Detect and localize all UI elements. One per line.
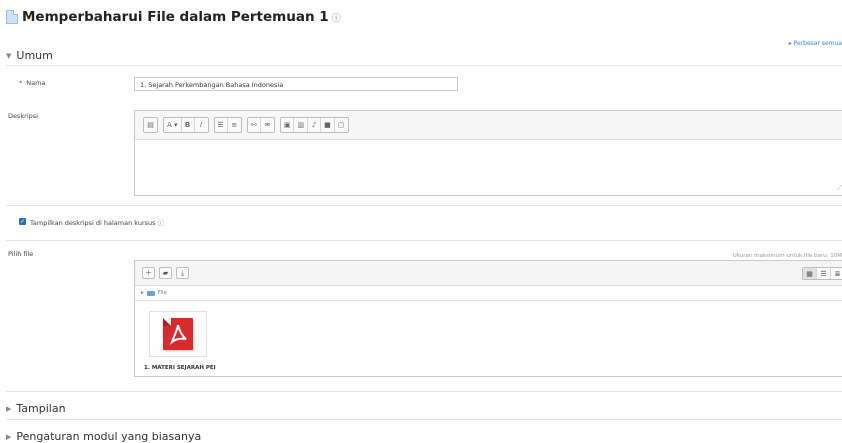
divider — [6, 419, 842, 420]
link-icon[interactable]: ⚯ — [248, 118, 261, 132]
image-icon[interactable]: ▣ — [281, 118, 295, 132]
caret-right-icon: ▸ — [141, 290, 144, 296]
page-title-text: Memperbaharui File dalam Pertemuan 1 — [22, 9, 329, 25]
section-common-settings-toggle[interactable]: ▶ Pengaturan modul yang biasanya — [6, 430, 201, 443]
numbered-list-icon[interactable]: ≡ — [228, 118, 241, 132]
unlink-icon[interactable]: ⚮ — [261, 118, 274, 132]
show-description-label: Tampilkan deskripsi di halaman kursus ⓘ — [30, 217, 164, 227]
italic-icon[interactable]: I — [195, 118, 208, 132]
expand-all-label: Perbesar semua — [793, 40, 842, 47]
pdf-icon — [163, 318, 193, 350]
name-label-text: Nama — [26, 79, 46, 87]
caret-right-icon: ▶ — [6, 432, 12, 441]
caret-down-icon: ▼ — [6, 51, 12, 60]
view-switcher: ▦ ☰ ≣ — [802, 267, 842, 280]
name-input[interactable]: 1. Sejarah Perkembangan Bahasa Indonesia — [134, 77, 458, 91]
help-icon[interactable]: ⓘ — [332, 11, 341, 24]
editor-toolbar-group: ☰ ≡ — [213, 117, 242, 133]
expand-all-link[interactable]: ▸ Perbesar semua — [789, 40, 842, 47]
editor-toolbar-group: ⚯ ⚮ — [246, 117, 275, 133]
create-folder-icon[interactable]: ▰ — [159, 267, 172, 279]
manage-files-icon[interactable]: ▢ — [335, 118, 348, 132]
bold-icon[interactable]: B — [182, 118, 195, 132]
description-label: Deskripsi — [8, 112, 38, 120]
editor-toolbar-group: ▤ — [143, 117, 158, 133]
file-manager: ＋ ▰ ⤓ ▦ ☰ ≣ ▸ File 1. MATERI SEJARAH PEI — [134, 260, 842, 377]
media-icon[interactable]: ▥ — [294, 118, 309, 132]
editor-toolbar: ▤ A ▾ B I ☰ ≡ ⚯ ⚮ ▣ ▥ ♪ ■ ▢ — [135, 111, 842, 140]
icon-view-icon[interactable]: ▦ — [803, 268, 817, 279]
audio-icon[interactable]: ♪ — [308, 118, 322, 132]
file-thumbnail[interactable] — [149, 311, 207, 357]
caret-right-icon: ▶ — [6, 404, 12, 413]
file-name[interactable]: 1. MATERI SEJARAH PEI — [144, 365, 216, 371]
resize-handle-icon[interactable]: ⟋ — [837, 184, 842, 193]
divider — [6, 240, 842, 241]
name-label: * Nama — [19, 79, 45, 87]
tree-view-icon[interactable]: ≣ — [831, 268, 842, 279]
file-manager-toolbar: ＋ ▰ ⤓ ▦ ☰ ≣ — [135, 261, 842, 286]
max-size-text: Ukuran maksimum untuk file baru: 10M — [732, 253, 842, 259]
video-icon[interactable]: ■ — [321, 118, 335, 132]
required-icon: * — [19, 79, 23, 87]
page-title: Memperbaharui File dalam Pertemuan 1 ⓘ — [6, 9, 341, 25]
section-general-toggle[interactable]: ▼ Umum — [6, 49, 53, 62]
select-files-label: Pilih file — [8, 250, 34, 258]
section-general-label: Umum — [16, 49, 53, 62]
download-icon[interactable]: ⤓ — [176, 267, 189, 279]
description-editor[interactable]: ▤ A ▾ B I ☰ ≡ ⚯ ⚮ ▣ ▥ ♪ ■ ▢ ⟋ — [134, 110, 842, 196]
document-icon — [6, 10, 18, 24]
divider — [6, 205, 842, 206]
editor-toolbar-group: A ▾ B I — [163, 117, 209, 133]
breadcrumb-folder[interactable]: File — [158, 290, 167, 296]
folder-icon — [146, 290, 155, 296]
format-icon[interactable]: ▤ — [144, 118, 157, 132]
add-file-icon[interactable]: ＋ — [142, 267, 155, 279]
section-appearance-label: Tampilan — [16, 402, 66, 415]
font-color-icon[interactable]: A ▾ — [164, 118, 182, 132]
divider — [6, 391, 842, 392]
editor-toolbar-group: ▣ ▥ ♪ ■ ▢ — [279, 117, 349, 133]
section-appearance-toggle[interactable]: ▶ Tampilan — [6, 402, 66, 415]
help-icon[interactable]: ⓘ — [158, 219, 165, 227]
bullet-list-icon[interactable]: ☰ — [215, 118, 228, 132]
show-description-checkbox[interactable]: ✓ — [19, 218, 26, 225]
show-description-text: Tampilkan deskripsi di halaman kursus — [30, 219, 156, 227]
section-common-settings-label: Pengaturan modul yang biasanya — [16, 430, 202, 443]
list-view-icon[interactable]: ☰ — [817, 268, 831, 279]
breadcrumb: ▸ File — [135, 286, 842, 301]
divider — [6, 65, 842, 66]
